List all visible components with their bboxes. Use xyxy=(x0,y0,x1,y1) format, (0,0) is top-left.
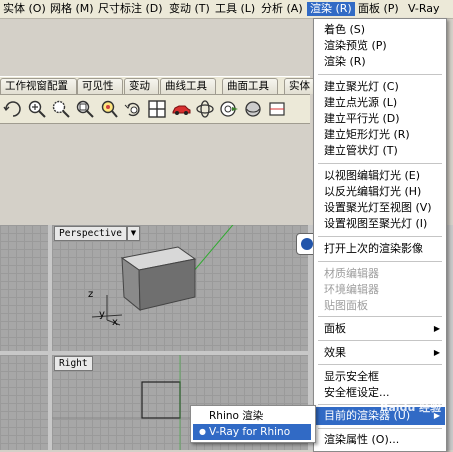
target-icon[interactable] xyxy=(218,98,240,120)
menu-separator xyxy=(318,163,442,164)
zoom-selected-icon[interactable] xyxy=(98,98,120,120)
undo-view-icon[interactable] xyxy=(122,98,144,120)
rotate-view-icon[interactable] xyxy=(2,98,24,120)
menu-item-edit-light-by-highlight[interactable]: 以反光编辑灯光 (H) xyxy=(324,184,421,200)
sphere-icon[interactable] xyxy=(242,98,264,120)
submenu-item-rhino-render[interactable]: Rhino 渲染 xyxy=(193,408,311,424)
tab-surface-tools[interactable]: 曲面工具 xyxy=(222,78,278,94)
menu-item-show-safe-frame[interactable]: 显示安全框 xyxy=(324,369,379,385)
menu-mesh[interactable]: 网格 (M) xyxy=(47,2,97,16)
axis-x-label: x xyxy=(112,317,118,328)
menu-bar: 实体 (O) 网格 (M) 尺寸标注 (D) 变动 (T) 工具 (L) 分析 … xyxy=(0,0,453,19)
menu-analyze[interactable]: 分析 (A) xyxy=(258,2,306,16)
viewport-bottom-left[interactable] xyxy=(0,355,48,450)
four-viewports-icon[interactable] xyxy=(146,98,168,120)
zoom-in-icon[interactable] xyxy=(26,98,48,120)
menu-item-edit-light-by-view[interactable]: 以视图编辑灯光 (E) xyxy=(324,168,420,184)
viewport-top-left[interactable] xyxy=(0,225,48,351)
axis-z-label: z xyxy=(88,289,94,300)
menu-item-panels[interactable]: 面板 xyxy=(324,321,346,337)
menu-separator xyxy=(318,74,442,75)
menu-separator xyxy=(318,340,442,341)
rotate-3d-icon[interactable] xyxy=(194,98,216,120)
renderer-submenu: Rhino 渲染 ● V-Ray for Rhino xyxy=(190,405,316,443)
submenu-arrow-icon: ▶ xyxy=(433,324,440,333)
menu-item-render[interactable]: 渲染 (R) xyxy=(324,54,366,70)
menu-separator xyxy=(318,364,442,365)
menu-item-texture-panel: 贴图面板 xyxy=(324,299,368,312)
dimension-icon[interactable] xyxy=(266,98,288,120)
menu-separator xyxy=(318,236,442,237)
tab-viewport-layout[interactable]: 工作视窗配置 xyxy=(0,78,77,94)
tab-visibility[interactable]: 可见性 xyxy=(77,78,123,94)
tab-curve-tools[interactable]: 曲线工具 xyxy=(160,78,216,94)
menu-item-shade[interactable]: 着色 (S) xyxy=(324,22,365,38)
menu-item-spotlight-to-view[interactable]: 设置聚光灯至视图 (V) xyxy=(324,200,432,216)
viewport-perspective[interactable]: Perspective ▼ z y x xyxy=(52,225,308,351)
menu-dimension[interactable]: 尺寸标注 (D) xyxy=(95,2,166,16)
zoom-extents-icon[interactable] xyxy=(74,98,96,120)
submenu-item-label: V-Ray for Rhino xyxy=(209,426,291,438)
menu-transform[interactable]: 变动 (T) xyxy=(166,2,213,16)
menu-tools[interactable]: 工具 (L) xyxy=(212,2,258,16)
toolbar-tab-bar: 工作视窗配置 可见性 变动 曲线工具 曲面工具 实体 xyxy=(0,76,319,95)
menu-item-view-to-spotlight[interactable]: 设置视图至聚光灯 (I) xyxy=(324,216,427,232)
watermark: Baidu 经验 xyxy=(380,401,442,414)
menu-item-open-last-render[interactable]: 打开上次的渲染影像 xyxy=(324,241,423,257)
menu-render[interactable]: 渲染 (R) xyxy=(307,2,355,16)
menu-panels[interactable]: 面板 (P) xyxy=(355,2,402,16)
submenu-arrow-icon: ▶ xyxy=(433,348,440,357)
submenu-item-vray-for-rhino[interactable]: ● V-Ray for Rhino xyxy=(193,424,311,440)
render-menu: 着色 (S) 渲染预览 (P) 渲染 (R) 建立聚光灯 (C) 建立点光源 (… xyxy=(313,18,447,452)
menu-separator xyxy=(318,428,442,429)
menu-item-effects[interactable]: 效果 xyxy=(324,345,346,361)
menu-item-spotlight[interactable]: 建立聚光灯 (C) xyxy=(324,79,399,95)
menu-item-render-preview[interactable]: 渲染预览 (P) xyxy=(324,38,387,54)
menu-item-environment-editor: 环境编辑器 xyxy=(324,283,379,296)
menu-solid[interactable]: 实体 (O) xyxy=(0,2,49,16)
car-render-icon[interactable] xyxy=(170,98,192,120)
menu-vray[interactable]: V-Ray xyxy=(405,2,443,16)
menu-item-point-light[interactable]: 建立点光源 (L) xyxy=(324,95,397,111)
menu-item-directional-light[interactable]: 建立平行光 (D) xyxy=(324,111,400,127)
menu-separator xyxy=(318,261,442,262)
perspective-scene xyxy=(91,225,234,326)
zoom-window-icon[interactable] xyxy=(50,98,72,120)
tab-transform[interactable]: 变动 xyxy=(124,78,159,94)
menu-item-linear-light[interactable]: 建立管状灯 (T) xyxy=(324,143,398,159)
menu-item-rectangular-light[interactable]: 建立矩形灯光 (R) xyxy=(324,127,410,143)
menu-item-material-editor: 材质编辑器 xyxy=(324,267,379,280)
axis-y-label: y xyxy=(99,309,105,320)
menu-item-render-properties[interactable]: 渲染属性 (O)... xyxy=(324,432,399,448)
selected-bullet-icon: ● xyxy=(199,427,206,436)
menu-separator xyxy=(318,316,442,317)
icon-toolbar xyxy=(0,95,310,124)
